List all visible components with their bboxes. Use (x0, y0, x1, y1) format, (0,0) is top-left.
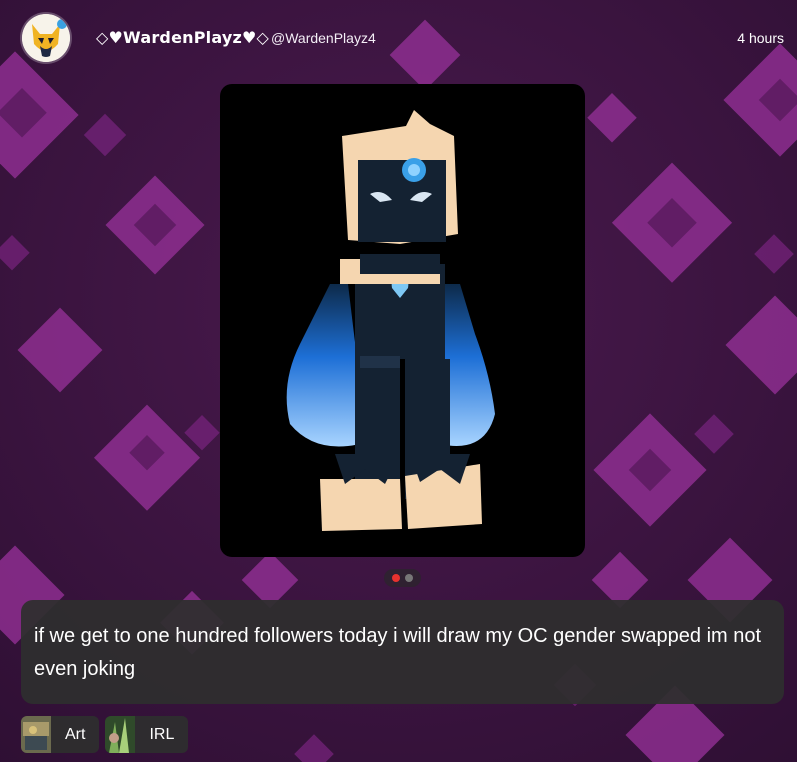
irl-thumbnail-icon (105, 716, 136, 753)
post-tags: Art IRL (21, 716, 189, 753)
author-handle[interactable]: @WardenPlayz4 (271, 30, 376, 46)
post-caption-card: if we get to one hundred followers today… (21, 600, 784, 704)
tag-label-irl: IRL (149, 725, 175, 743)
tag-art[interactable]: Art (21, 716, 100, 753)
post-timestamp: 4 hours (737, 30, 784, 46)
carousel-indicator[interactable] (384, 569, 421, 587)
carousel-dot[interactable] (405, 574, 413, 582)
tag-label-art: Art (65, 725, 86, 743)
post-image[interactable] (220, 84, 585, 557)
author-avatar[interactable] (22, 14, 70, 62)
art-thumbnail-icon (21, 716, 51, 753)
character-drawing (286, 110, 495, 531)
cat-avatar-icon (22, 14, 70, 62)
author-display-name[interactable]: ◇♥WardenPlayz♥◇ (96, 28, 269, 47)
post-header: ◇♥WardenPlayz♥◇ @WardenPlayz4 4 hours (0, 0, 797, 76)
post-caption: if we get to one hundred followers today… (34, 625, 762, 680)
tag-irl[interactable]: IRL (105, 716, 189, 753)
carousel-dot-active[interactable] (392, 574, 400, 582)
